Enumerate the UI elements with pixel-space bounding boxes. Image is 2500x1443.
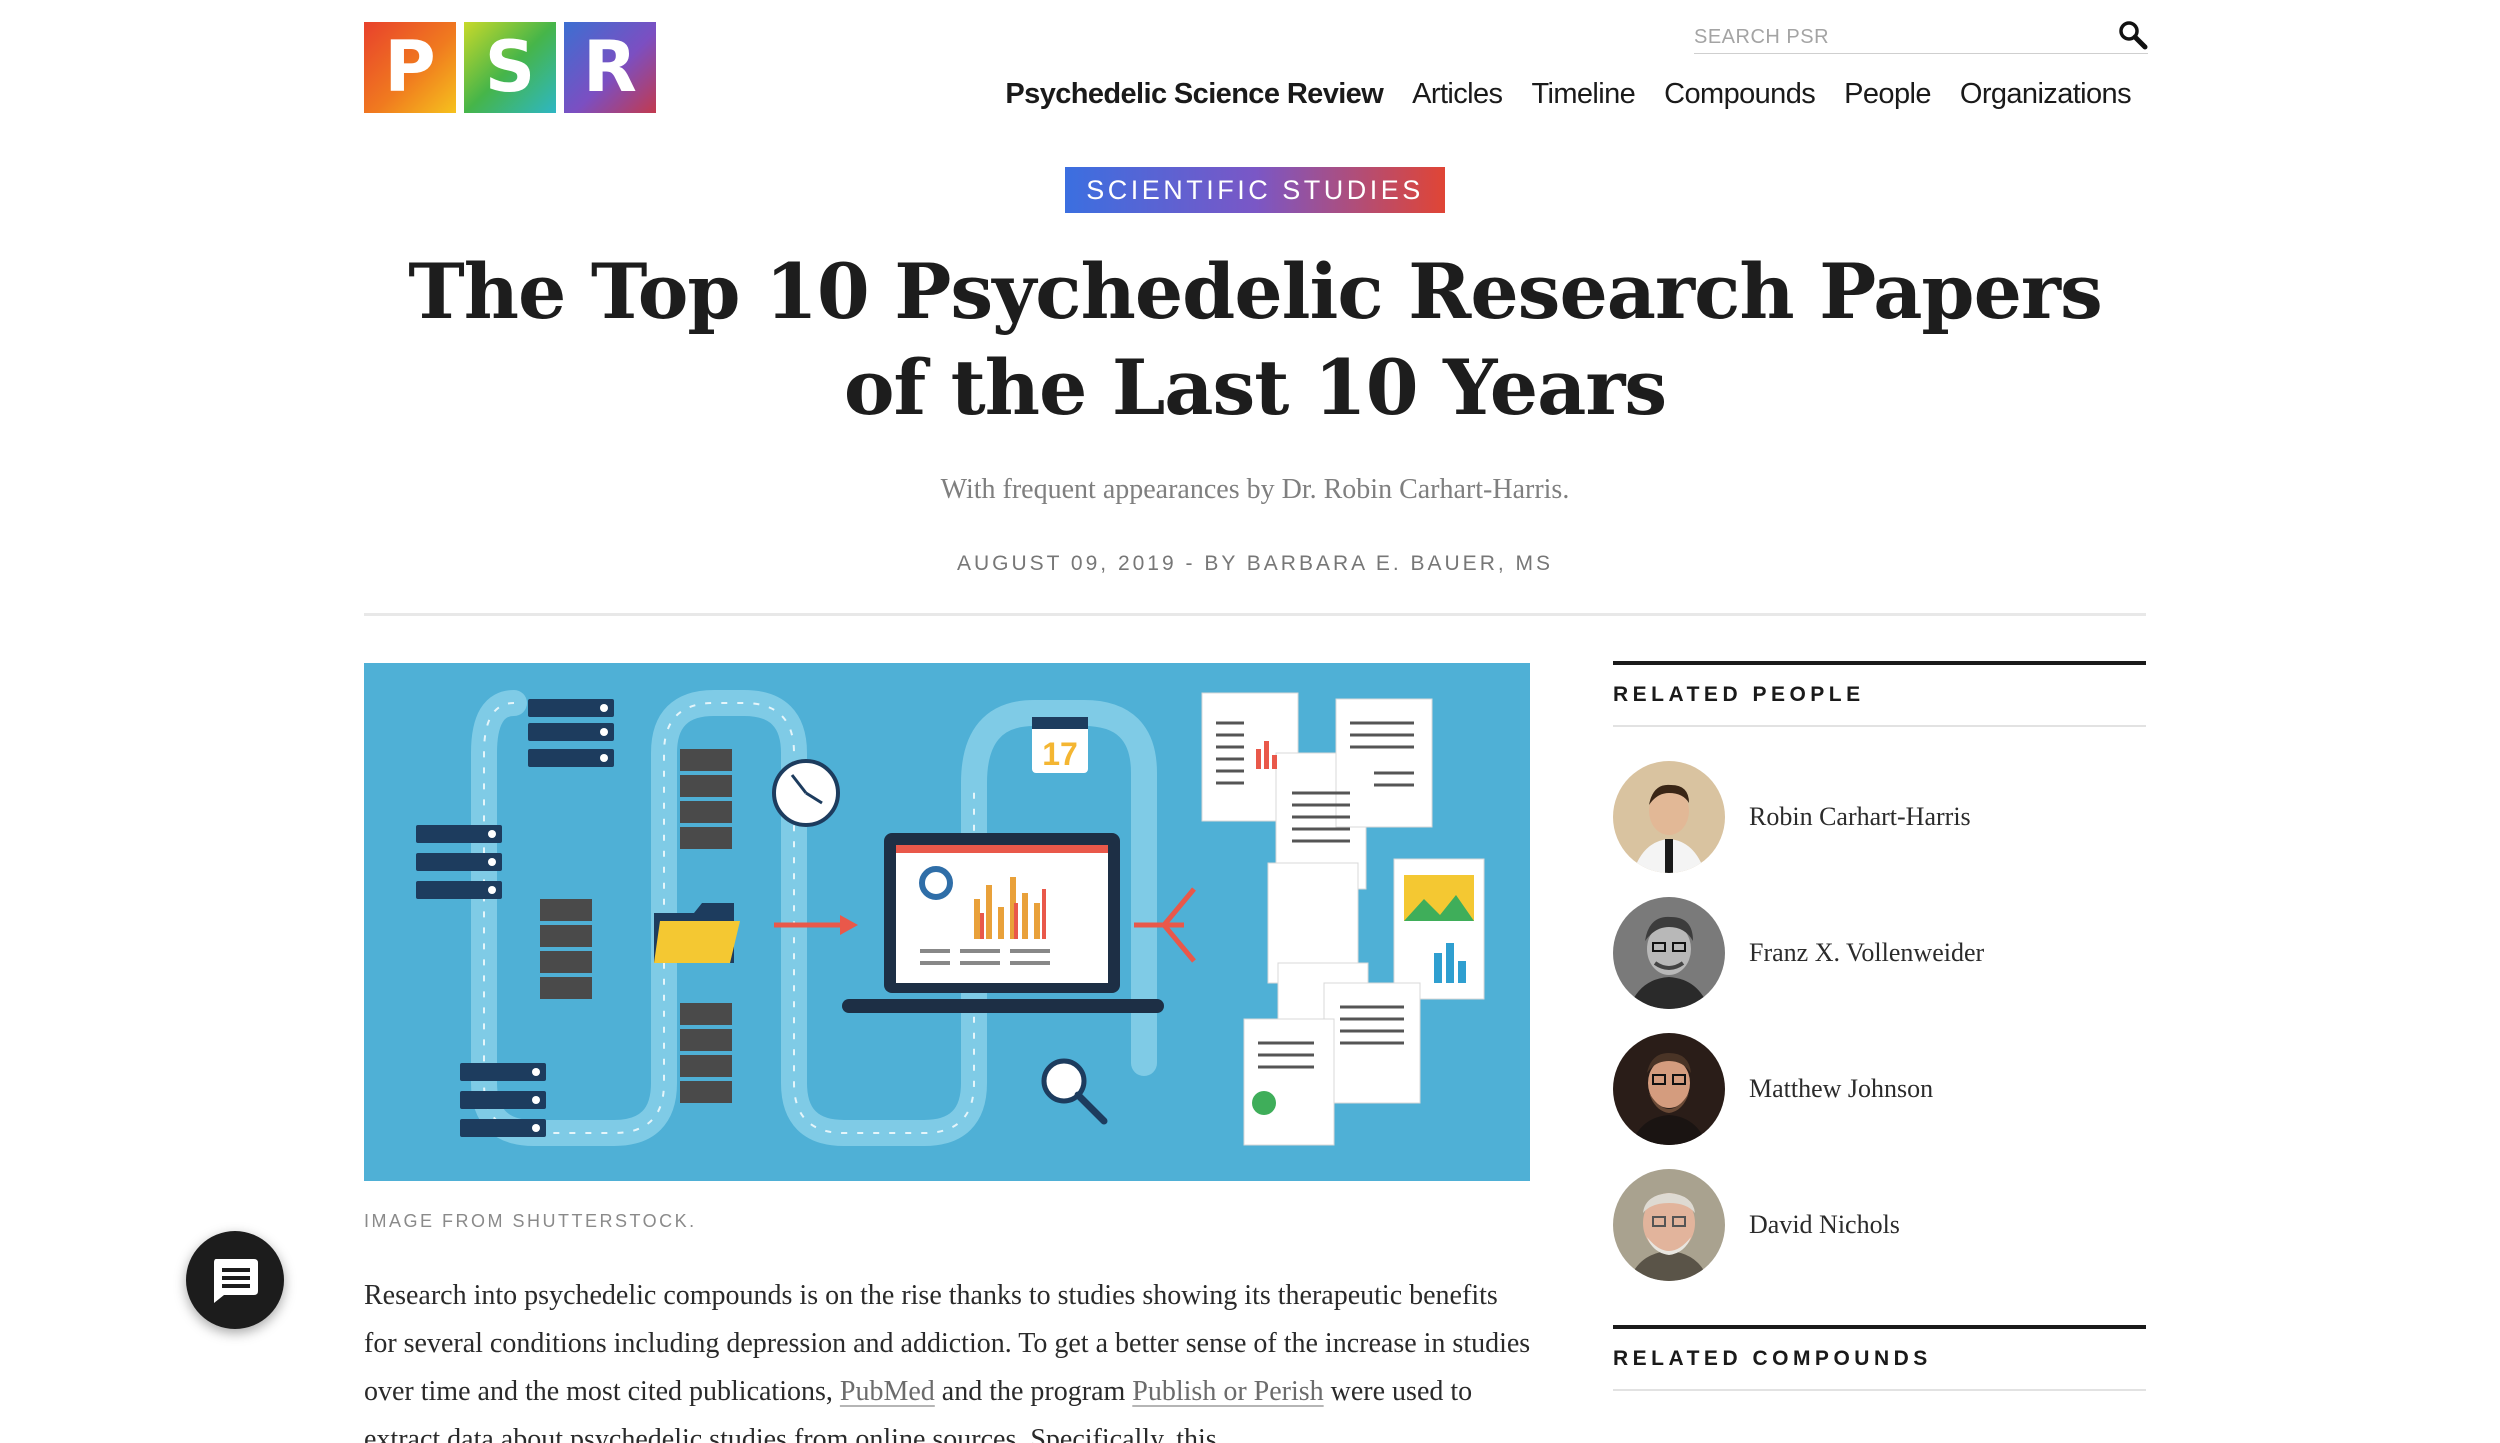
site-logo[interactable]: P S R [364, 22, 656, 113]
nav-articles[interactable]: Articles [1412, 78, 1503, 111]
related-people-heading: RELATED PEOPLE [1613, 661, 2146, 727]
related-people-list: Robin Carhart-Harris Franz X. Vollenweid… [1613, 761, 2146, 1281]
nav-brand-link[interactable]: Psychedelic Science Review [1005, 78, 1383, 111]
article-title: The Top 10 Psychedelic Research Papers o… [408, 247, 2103, 432]
pubmed-link[interactable]: PubMed [840, 1376, 935, 1407]
person-item[interactable]: Franz X. Vollenweider [1613, 897, 2146, 1009]
sidebar: RELATED PEOPLE Robin Carhart-Harris Fran… [1613, 661, 2146, 1391]
avatar[interactable] [1613, 1169, 1725, 1281]
search-bar [1694, 22, 2148, 54]
logo-letter-p: P [364, 22, 456, 113]
category-badge[interactable]: SCIENTIFIC STUDIES [1065, 167, 1445, 213]
main-nav: Psychedelic Science Review Articles Time… [1005, 78, 2131, 111]
logo-letter-s: S [464, 22, 556, 113]
search-input[interactable] [1694, 22, 2094, 52]
person-item[interactable]: David Nichols [1613, 1169, 2146, 1281]
chat-button[interactable] [186, 1231, 284, 1329]
article-byline: AUGUST 09, 2019 - BY BARBARA E. BAUER, M… [956, 552, 1554, 575]
avatar[interactable] [1613, 761, 1725, 873]
person-name[interactable]: David Nichols [1749, 1210, 1900, 1240]
image-caption: IMAGE FROM SHUTTERSTOCK. [364, 1211, 697, 1231]
chat-bubble-icon [214, 1259, 258, 1303]
data-analytics-illustration: 17 [416, 690, 1485, 1146]
nav-people[interactable]: People [1844, 78, 1931, 111]
person-name[interactable]: Matthew Johnson [1749, 1074, 1933, 1104]
related-compounds-heading: RELATED COMPOUNDS [1613, 1325, 2146, 1391]
person-name[interactable]: Robin Carhart-Harris [1749, 802, 1971, 832]
avatar[interactable] [1613, 897, 1725, 1009]
logo-letter-r: R [564, 22, 656, 113]
article-subtitle: With frequent appearances by Dr. Robin C… [940, 474, 1570, 505]
hero-calendar-day: 17 [1042, 736, 1078, 772]
nav-timeline[interactable]: Timeline [1531, 78, 1635, 111]
nav-compounds[interactable]: Compounds [1664, 78, 1816, 111]
article-body: Research into psychedelic compounds is o… [364, 1272, 1534, 1443]
person-item[interactable]: Robin Carhart-Harris [1613, 761, 2146, 873]
nav-organizations[interactable]: Organizations [1960, 78, 2132, 111]
header-divider [364, 613, 2146, 616]
avatar[interactable] [1613, 1033, 1725, 1145]
person-name[interactable]: Franz X. Vollenweider [1749, 938, 1984, 968]
hero-image: 17 [364, 663, 1530, 1181]
body-text-segment: and the program [934, 1376, 1133, 1407]
search-icon[interactable] [2118, 20, 2148, 50]
person-item[interactable]: Matthew Johnson [1613, 1033, 2146, 1145]
publish-or-perish-link[interactable]: Publish or Perish [1132, 1376, 1323, 1407]
